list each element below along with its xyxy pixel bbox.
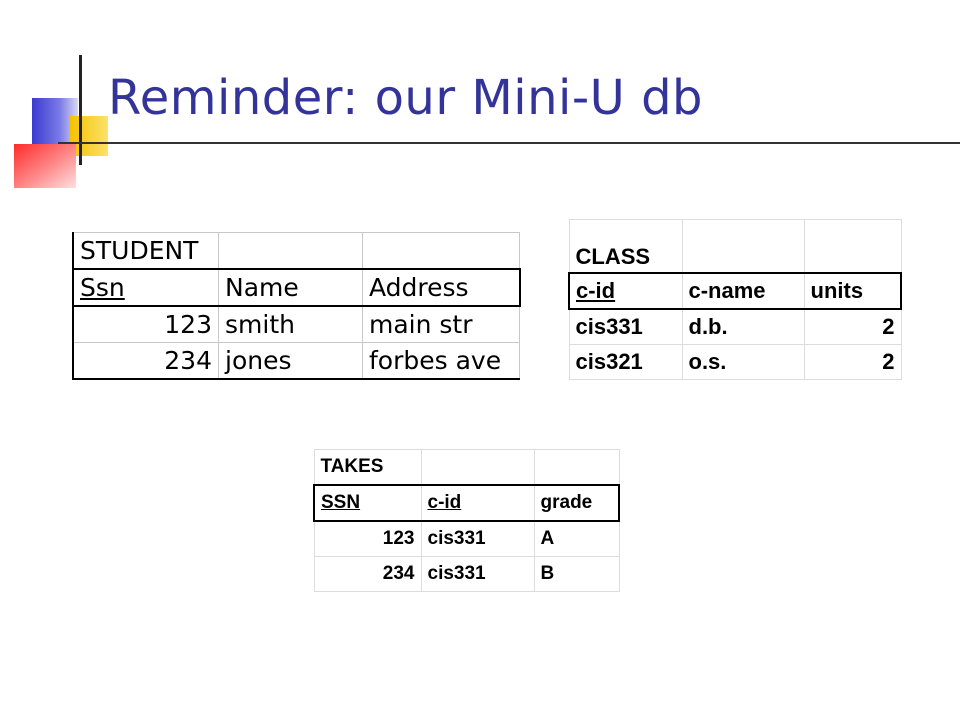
column-header: Address — [362, 268, 521, 307]
takes-table: TAKES SSN c-id grade 123 cis331 A 234 ci… — [313, 449, 620, 592]
table-cell: 234 — [313, 556, 422, 592]
empty-cell — [682, 219, 805, 274]
title-underline-rule — [58, 142, 960, 144]
empty-cell — [804, 219, 902, 274]
table-row: 123 cis331 A — [313, 521, 620, 557]
table-cell: A — [534, 521, 620, 557]
table-cell: 234 — [72, 342, 219, 380]
table-row: cis331 d.b. 2 — [568, 309, 902, 345]
table-cell: d.b. — [682, 309, 805, 345]
table-cell: 123 — [72, 306, 219, 343]
table-cell: cis321 — [568, 344, 683, 380]
table-title-row: TAKES — [313, 449, 620, 486]
table-cell: B — [534, 556, 620, 592]
red-square-decoration — [14, 144, 76, 188]
table-header-row: Ssn Name Address — [72, 268, 521, 307]
table-row: cis321 o.s. 2 — [568, 344, 902, 380]
table-cell: cis331 — [568, 309, 683, 345]
table-row: 123 smith main str — [72, 306, 520, 343]
vertical-rule — [79, 55, 82, 165]
column-header: Name — [218, 268, 363, 307]
class-table: CLASS c-id c-name units cis331 d.b. 2 ci… — [568, 219, 902, 380]
table-cell: 2 — [804, 344, 902, 380]
table-name: CLASS — [568, 219, 683, 274]
table-title-row: CLASS — [568, 219, 902, 274]
table-row: 234 jones forbes ave — [72, 342, 520, 380]
column-header: c-name — [682, 272, 805, 310]
table-cell: smith — [218, 306, 363, 343]
table-name: STUDENT — [72, 232, 219, 270]
table-cell: forbes ave — [362, 342, 520, 380]
table-cell: 2 — [804, 309, 902, 345]
column-header: Ssn — [72, 268, 219, 307]
empty-cell — [362, 232, 520, 270]
table-row: 234 cis331 B — [313, 556, 620, 592]
table-cell: o.s. — [682, 344, 805, 380]
table-header-row: SSN c-id grade — [313, 484, 620, 522]
table-header-row: c-id c-name units — [568, 272, 902, 310]
column-header: c-id — [568, 272, 683, 310]
empty-cell — [218, 232, 363, 270]
column-header: grade — [534, 484, 620, 522]
table-title-row: STUDENT — [72, 232, 520, 270]
empty-cell — [421, 449, 535, 486]
column-header: units — [804, 272, 902, 310]
table-cell: cis331 — [421, 556, 535, 592]
table-cell: main str — [362, 306, 520, 343]
table-cell: 123 — [313, 521, 422, 557]
table-cell: cis331 — [421, 521, 535, 557]
table-name: TAKES — [313, 449, 422, 486]
empty-cell — [534, 449, 620, 486]
table-cell: jones — [218, 342, 363, 380]
student-table: STUDENT Ssn Name Address 123 smith main … — [72, 232, 521, 380]
slide-title: Reminder: our Mini-U db — [108, 70, 703, 126]
column-header: SSN — [313, 484, 422, 522]
column-header: c-id — [421, 484, 535, 522]
